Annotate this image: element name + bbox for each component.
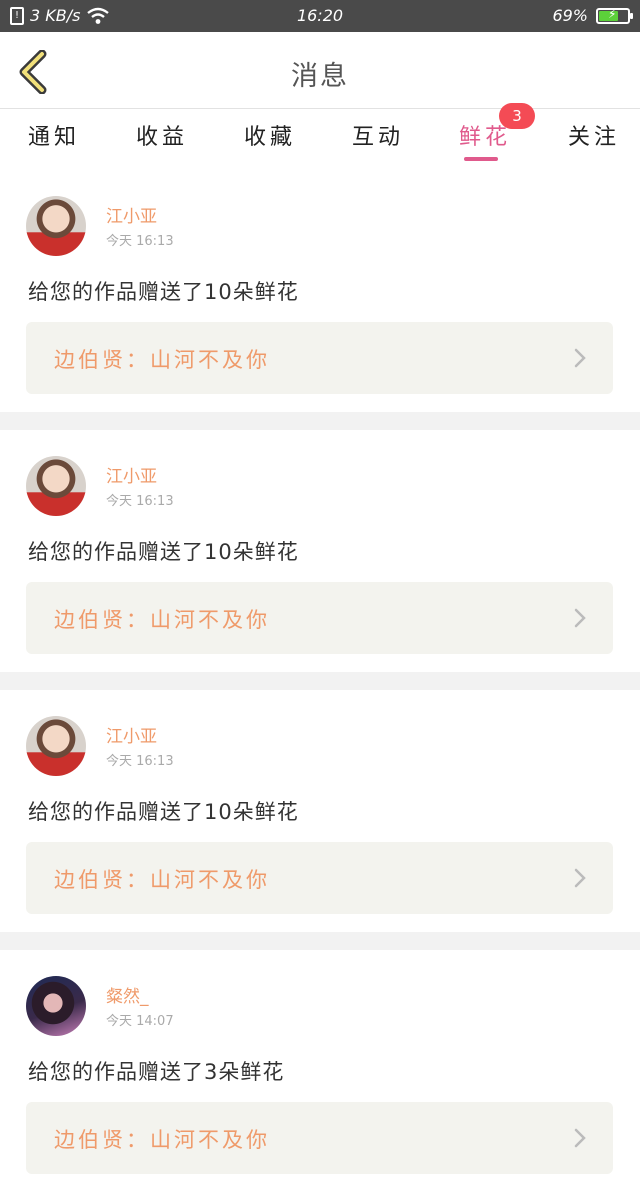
chevron-right-icon: [574, 868, 586, 888]
status-bar: ! 3 KB/s 16:20 69% ⚡: [0, 0, 640, 32]
chevron-right-icon: [574, 608, 586, 628]
tab-favorites[interactable]: 收藏: [244, 119, 296, 151]
tab-interactions[interactable]: 互动: [352, 119, 404, 151]
avatar[interactable]: [26, 976, 86, 1036]
chevron-right-icon: [574, 348, 586, 368]
timestamp: 今天 16:13: [106, 754, 174, 769]
chevron-right-icon: [574, 1128, 586, 1148]
flowers-count-badge: 3: [499, 103, 535, 129]
header: 消息: [0, 32, 640, 109]
message-text: 给您的作品赠送了3朵鲜花: [28, 1060, 285, 1084]
avatar[interactable]: [26, 196, 86, 256]
divider: [0, 672, 640, 690]
tab-bar: 通知 收益 收藏 互动 鲜花 关注 3: [0, 103, 640, 169]
username[interactable]: 江小亚: [106, 462, 157, 487]
divider: [0, 932, 640, 950]
timestamp: 今天 14:07: [106, 1014, 174, 1029]
username[interactable]: 江小亚: [106, 202, 157, 227]
list-item: 粲然_ 今天 14:07 给您的作品赠送了3朵鲜花 边伯贤：山河不及你: [0, 950, 640, 1192]
work-link[interactable]: 边伯贤：山河不及你: [26, 1102, 613, 1174]
list-item: 江小亚 今天 16:13 给您的作品赠送了10朵鲜花 边伯贤：山河不及你: [0, 430, 640, 672]
avatar[interactable]: [26, 456, 86, 516]
work-title: 边伯贤：山河不及你: [54, 348, 270, 372]
status-right: 69% ⚡: [552, 6, 633, 25]
list-item: 江小亚 今天 16:13 给您的作品赠送了10朵鲜花 边伯贤：山河不及你: [0, 170, 640, 412]
battery-icon: ⚡: [596, 6, 633, 24]
timestamp: 今天 16:13: [106, 494, 174, 509]
page-title: 消息: [291, 61, 349, 92]
message-text: 给您的作品赠送了10朵鲜花: [28, 280, 299, 304]
work-link[interactable]: 边伯贤：山河不及你: [26, 322, 613, 394]
status-time: 16:20: [296, 6, 344, 25]
work-link[interactable]: 边伯贤：山河不及你: [26, 842, 613, 914]
message-text: 给您的作品赠送了10朵鲜花: [28, 800, 299, 824]
work-link[interactable]: 边伯贤：山河不及你: [26, 582, 613, 654]
tab-earnings[interactable]: 收益: [136, 119, 188, 151]
username[interactable]: 江小亚: [106, 722, 157, 747]
username[interactable]: 粲然_: [106, 982, 149, 1007]
work-title: 边伯贤：山河不及你: [54, 1128, 270, 1152]
active-tab-indicator: [464, 157, 498, 161]
charging-bolt-icon: ⚡: [608, 6, 617, 21]
message-list: 江小亚 今天 16:13 给您的作品赠送了10朵鲜花 边伯贤：山河不及你 江小亚…: [0, 170, 640, 1192]
list-item: 江小亚 今天 16:13 给您的作品赠送了10朵鲜花 边伯贤：山河不及你: [0, 690, 640, 932]
battery-percent: 69%: [552, 6, 588, 25]
work-title: 边伯贤：山河不及你: [54, 608, 270, 632]
divider: [0, 412, 640, 430]
tab-notifications[interactable]: 通知: [28, 119, 80, 151]
timestamp: 今天 16:13: [106, 234, 174, 249]
avatar[interactable]: [26, 716, 86, 776]
message-text: 给您的作品赠送了10朵鲜花: [28, 540, 299, 564]
tab-following[interactable]: 关注: [568, 119, 620, 151]
work-title: 边伯贤：山河不及你: [54, 868, 270, 892]
